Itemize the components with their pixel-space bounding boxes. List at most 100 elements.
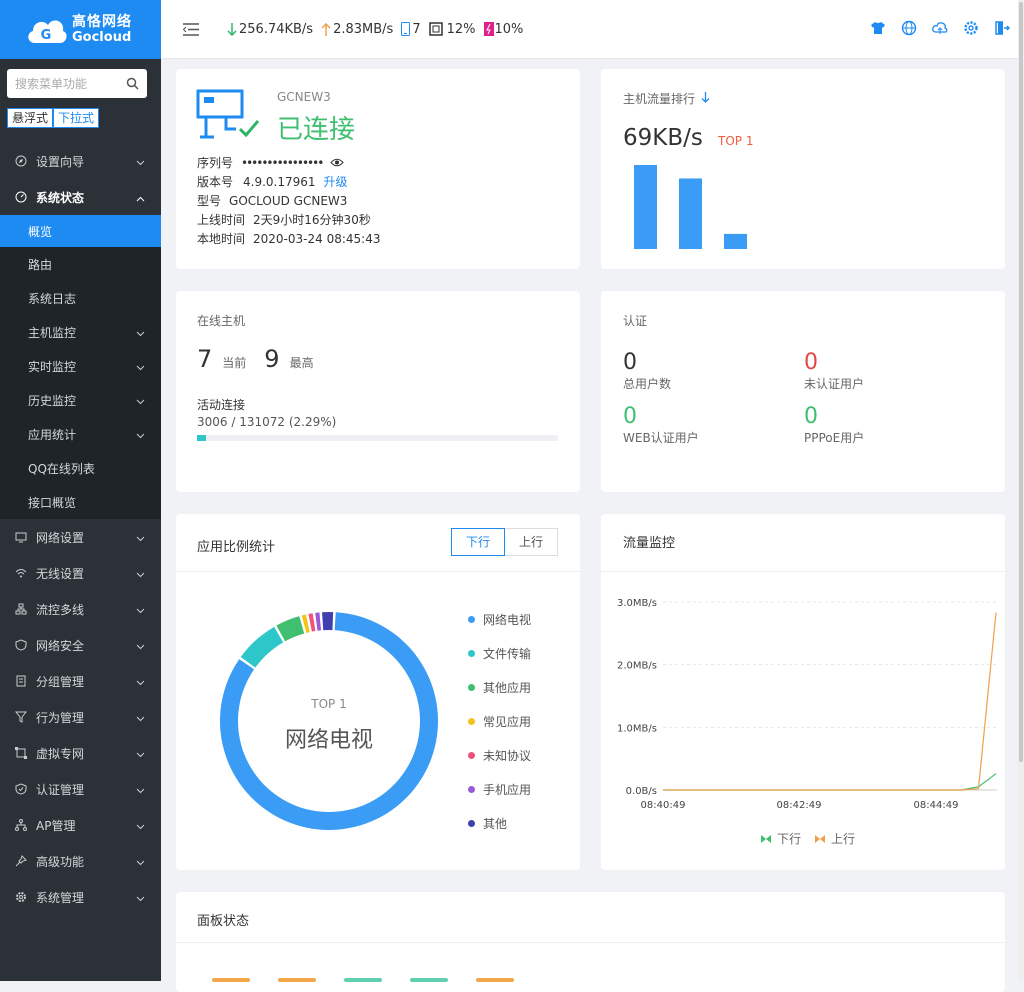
legend-item[interactable]: 未知协议 [468,738,531,772]
phone-icon [401,22,411,36]
chevron-down-icon [136,394,145,408]
host-rank-badge: TOP 1 [718,134,754,148]
menu-flow-multiline[interactable]: 流控多线 [0,591,161,627]
upload-value: 2.83MB/s [333,21,394,37]
submenu-overview[interactable]: 概览 [0,215,161,247]
port-indicator [278,978,316,982]
uptime-value: 2天9小时16分钟30秒 [253,213,371,227]
legend-item[interactable]: 手机应用 [468,772,531,806]
menu-advanced[interactable]: 高级功能 [0,843,161,879]
legend-item[interactable]: 网络电视 [468,602,531,636]
submenu-app-stats[interactable]: 应用统计 [0,417,161,451]
legend-item[interactable]: 常见应用 [468,704,531,738]
sort-arrow-down-icon [701,92,710,103]
tab-uplink[interactable]: 上行 [505,528,558,556]
y-tick-label: 0.0B/s [626,786,657,797]
menu-behavior-mgmt[interactable]: 行为管理 [0,699,161,735]
menu-search-input[interactable]: 搜索菜单功能 [7,69,147,98]
legend-dot [468,683,475,691]
menu-auth-mgmt[interactable]: 认证管理 [0,771,161,807]
menu-ap-mgmt[interactable]: AP管理 [0,807,161,843]
legend-dot [468,649,475,657]
legend-label: 文件传输 [483,646,532,661]
submenu-syslog[interactable]: 系统日志 [0,281,161,315]
y-tick-label: 3.0MB/s [617,598,657,609]
legend-dot [468,717,475,725]
legend-up-label[interactable]: 上行 [831,830,855,847]
logout-icon[interactable] [994,20,1010,39]
online-hosts-title: 在线主机 [197,314,246,328]
upgrade-link[interactable]: 升级 [324,175,348,189]
host-rank-title[interactable]: 主机流量排行 [623,90,710,107]
legend-item[interactable]: 其他应用 [468,670,531,704]
menu-wireless-settings[interactable]: 无线设置 [0,555,161,591]
app-ratio-legend: 网络电视文件传输其他应用 常见应用 未知协议 手机应用其他 [468,602,531,840]
submenu-host-monitor[interactable]: 主机监控 [0,315,161,349]
menu-vpn[interactable]: 虚拟专网 [0,735,161,771]
menu-system-mgmt[interactable]: 系统管理 [0,879,161,915]
legend-dot [468,615,475,623]
tab-downlink[interactable]: 下行 [451,528,505,556]
donut-slice[interactable] [308,613,316,632]
legend-label: 网络电视 [483,612,532,627]
page-scrollbar[interactable] [1018,0,1024,981]
donut-slice[interactable] [315,612,322,631]
menu-setup-wizard[interactable]: 设置向导 [0,143,161,179]
shield-check-icon [14,782,28,796]
submenu-realtime-monitor[interactable]: 实时监控 [0,349,161,383]
x-tick-label: 08:42:49 [777,800,822,811]
float-mode-button[interactable]: 悬浮式 [7,108,54,128]
menu-network-security[interactable]: 网络安全 [0,627,161,663]
menu-network-settings[interactable]: 网络设置 [0,519,161,555]
legend-down-label[interactable]: 下行 [777,830,801,847]
system-status-submenu: 概览 路由 系统日志 主机监控 实时监控 历史监控 应用统计 QQ在线列表 接口… [0,215,161,519]
dropdown-mode-button[interactable]: 下拉式 [53,108,100,128]
legend-item[interactable]: 其他 [468,806,531,840]
shield-icon [14,638,28,652]
device-count: 7 [401,22,421,37]
monitor-icon [14,530,28,544]
donut-slice[interactable] [276,616,305,642]
submenu-route[interactable]: 路由 [0,247,161,281]
submenu-history-monitor[interactable]: 历史监控 [0,383,161,417]
sitemap-icon [14,818,28,832]
submenu-iface-overview[interactable]: 接口概览 [0,485,161,519]
submenu-qq-list[interactable]: QQ在线列表 [0,451,161,485]
auth-web-label: WEB认证用户 [623,431,699,445]
settings-gear-icon[interactable] [963,20,979,39]
rank-bar[interactable] [679,178,702,249]
search-icon[interactable] [126,77,139,90]
auth-title: 认证 [623,314,648,328]
cloud-upload-icon[interactable] [932,20,948,39]
menu-group-mgmt[interactable]: 分组管理 [0,663,161,699]
chevron-down-icon [136,747,145,761]
chevron-down-icon [136,711,145,725]
legend-item[interactable]: 文件传输 [468,636,531,670]
auth-pppoe-label: PPPoE用户 [804,431,865,445]
port-indicator [476,978,514,982]
rank-bar[interactable] [634,165,657,249]
chevron-down-icon [136,819,145,833]
theme-shirt-icon[interactable] [870,20,886,39]
host-rank-value: 69KB/s [623,125,703,151]
menu-system-status[interactable]: 系统状态 [0,179,161,215]
version-value: 4.9.0.17961 [243,175,316,189]
menu-label: 高级功能 [36,854,85,869]
donut-slice[interactable] [322,612,334,631]
rank-bar[interactable] [724,233,747,249]
scrollbar-thumb[interactable] [1019,2,1023,762]
app-ratio-donut [220,612,438,830]
localtime-label: 本地时间 [197,232,246,246]
eye-icon[interactable] [330,158,344,167]
model-value: GOCLOUD GCNEW3 [229,194,348,208]
app-ratio-title: 应用比例统计 [197,540,276,555]
traffic-monitor-card: 流量监控 0.0B/s 1.0MB/s 2.0MB/s 3.0MB/s 08:40:49… [601,514,1005,870]
globe-icon[interactable] [901,20,917,39]
donut-slice[interactable] [240,626,284,668]
legend-label: 其他 [483,816,508,831]
collapse-menu-icon[interactable] [183,22,199,36]
chevron-down-icon [136,326,145,340]
logo[interactable]: G 高恪网络 Gocloud [0,0,161,59]
network-tree-icon [14,602,28,616]
top-bar: 256.74KB/s 2.83MB/s 7 12% 10% [161,0,1018,59]
